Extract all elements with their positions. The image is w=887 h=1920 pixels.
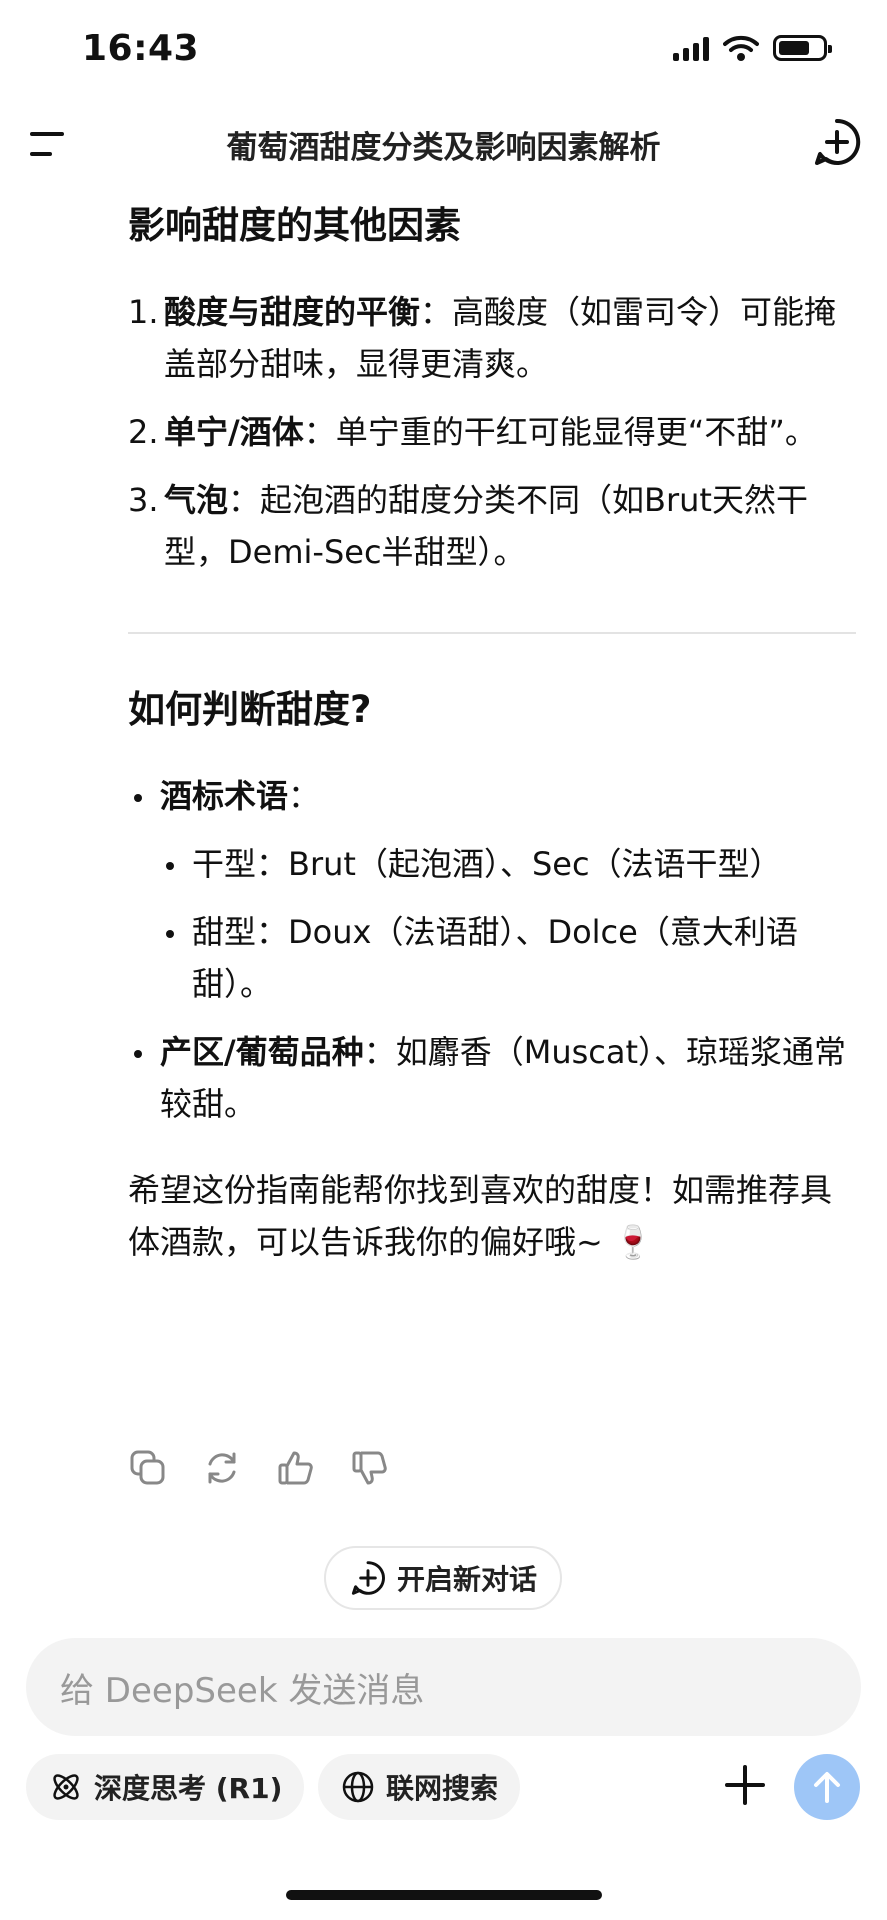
list-item: 酒标术语： 干型：Brut（起泡酒）、Sec（法语干型） 甜型：Doux（法语甜… xyxy=(128,770,856,1010)
globe-icon xyxy=(342,1771,374,1803)
deep-think-label: 深度思考 (R1) xyxy=(94,1772,283,1805)
home-indicator xyxy=(286,1890,602,1900)
section-heading-judge: 如何判断甜度? xyxy=(128,688,372,731)
message-content: 影响甜度的其他因素 1. 酸度与甜度的平衡：高酸度（如雷司令）可能掩盖部分甜味，… xyxy=(128,200,856,1268)
thumbs-up-icon[interactable] xyxy=(276,1448,316,1488)
copy-icon[interactable] xyxy=(128,1448,168,1488)
list-item: 1. 酸度与甜度的平衡：高酸度（如雷司令）可能掩盖部分甜味，显得更清爽。 xyxy=(128,293,837,383)
new-chat-button[interactable]: 开启新对话 xyxy=(324,1546,562,1610)
new-chat-icon[interactable] xyxy=(811,116,863,168)
message-input-placeholder: 给 DeepSeek 发送消息 xyxy=(60,1670,425,1711)
web-search-toggle[interactable]: 联网搜索 xyxy=(318,1754,521,1820)
list-item: 干型：Brut（起泡酒）、Sec（法语干型） xyxy=(160,838,856,890)
new-chat-label: 开启新对话 xyxy=(396,1563,537,1596)
menu-button[interactable] xyxy=(30,128,70,162)
status-time: 16:43 xyxy=(82,28,200,69)
status-icons xyxy=(673,34,832,62)
message-input[interactable]: 给 DeepSeek 发送消息 xyxy=(26,1638,861,1736)
header: 葡萄酒甜度分类及影响因素解析 xyxy=(0,110,887,180)
new-chat-icon xyxy=(351,1561,385,1595)
deep-think-toggle[interactable]: 深度思考 (R1) xyxy=(26,1754,305,1820)
atom-icon xyxy=(53,1774,79,1800)
section-divider xyxy=(128,632,856,634)
message-actions xyxy=(128,1448,390,1488)
list-item: 产区/葡萄品种：如麝香（Muscat）、琼瑶浆通常较甜。 xyxy=(128,1026,856,1130)
judge-list: 酒标术语： 干型：Brut（起泡酒）、Sec（法语干型） 甜型：Doux（法语甜… xyxy=(128,770,856,1130)
send-button[interactable] xyxy=(794,1754,860,1820)
web-search-label: 联网搜索 xyxy=(386,1772,499,1805)
arrow-up-icon xyxy=(814,1772,840,1803)
section-heading-factors: 影响甜度的其他因素 xyxy=(128,204,461,247)
page-title: 葡萄酒甜度分类及影响因素解析 xyxy=(226,130,661,166)
battery-icon xyxy=(773,35,832,61)
list-item: 3. 气泡：起泡酒的甜度分类不同（如Brut天然干型，Demi-Sec半甜型）。 xyxy=(128,481,808,571)
sub-list: 干型：Brut（起泡酒）、Sec（法语干型） 甜型：Doux（法语甜）、Dolc… xyxy=(160,838,856,1010)
regenerate-icon[interactable] xyxy=(202,1448,242,1488)
wifi-icon xyxy=(723,35,759,61)
thumbs-down-icon[interactable] xyxy=(350,1448,390,1488)
cellular-signal-icon xyxy=(673,35,709,61)
factors-list: 1. 酸度与甜度的平衡：高酸度（如雷司令）可能掩盖部分甜味，显得更清爽。 2. … xyxy=(128,286,856,578)
plus-icon[interactable] xyxy=(720,1760,770,1810)
list-item: 2. 单宁/酒体：单宁重的干红可能显得更“不甜”。 xyxy=(128,413,817,451)
closing-text: 希望这份指南能帮你找到喜欢的甜度！如需推荐具体酒款，可以告诉我你的偏好哦~ 🍷 xyxy=(128,1171,833,1261)
list-item: 甜型：Doux（法语甜）、Dolce（意大利语甜）。 xyxy=(160,906,856,1010)
